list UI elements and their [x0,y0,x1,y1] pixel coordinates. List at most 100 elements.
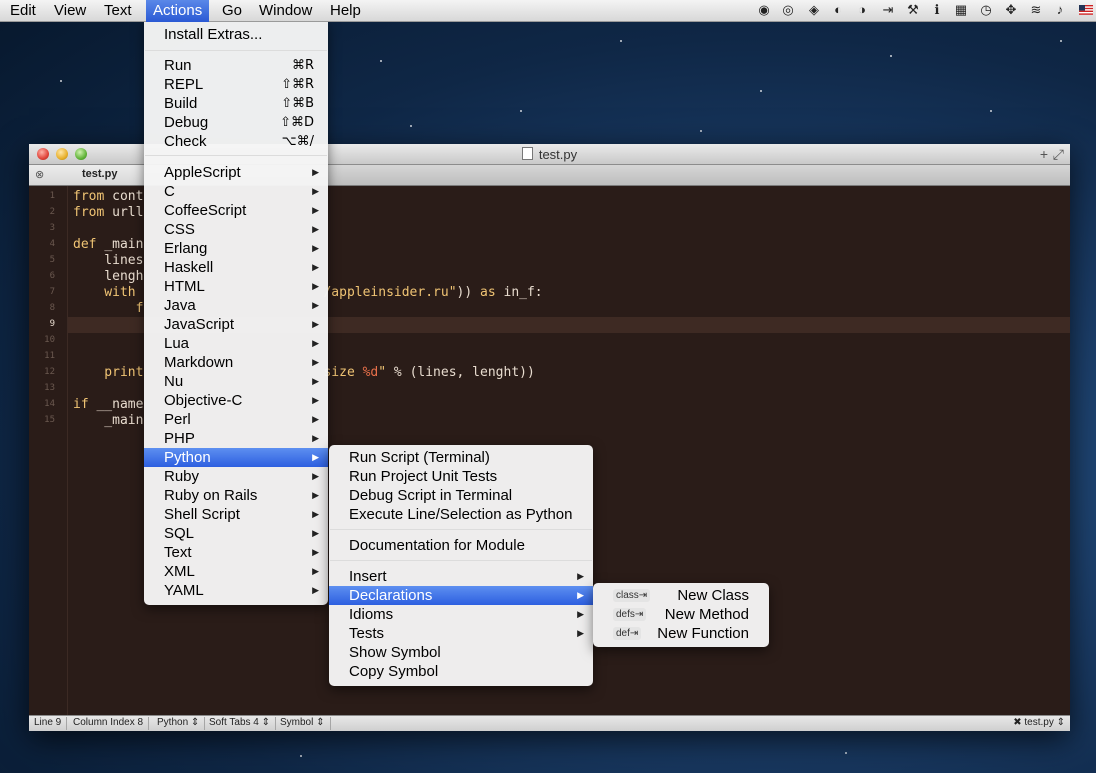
menu-item-erlang[interactable]: Erlang ▶ [144,239,328,258]
menu-item-label: Perl [164,411,191,428]
leaf-icon[interactable]: ◐ [830,2,846,17]
code-line: lines [73,253,143,268]
submenu-arrow-icon: ▶ [312,243,319,253]
menu-item-label: Debug Script in Terminal [349,487,513,504]
menu-item-shortcut: ⇧⌘R [281,77,314,92]
menu-item-css[interactable]: CSS ▶ [144,220,328,239]
menu-item-ruby-on-rails[interactable]: Ruby on Rails ▶ [144,486,328,505]
code-token: from [73,205,113,220]
menu-item-python[interactable]: Python ▶ [144,448,328,467]
menu-item-label: Lua [164,335,190,352]
menu-item-tests[interactable]: Tests ▶ [329,624,593,643]
menu-item-run-project-unit-tests[interactable]: Run Project Unit Tests [329,467,593,486]
submenu-arrow-icon: ▶ [312,262,319,272]
menu-item-debug[interactable]: Debug ⇧⌘D [144,113,328,132]
submenu-arrow-icon: ▶ [312,376,319,386]
close-tab-icon[interactable]: ⊗ [35,168,44,181]
menu-item-build[interactable]: Build ⇧⌘B [144,94,328,113]
menu-help[interactable]: Help [330,2,361,19]
submenu-arrow-icon: ▶ [312,395,319,405]
status-file[interactable]: ✖ test.py ⇕ [1008,717,1070,730]
menu-item-execute-line-selection-as-python[interactable]: Execute Line/Selection as Python [329,505,593,524]
menu-go[interactable]: Go [222,2,242,19]
submenu-arrow-icon: ▶ [577,571,584,581]
menu-item-java[interactable]: Java ▶ [144,296,328,315]
menu-item-applescript[interactable]: AppleScript ▶ [144,163,328,182]
spiral-icon[interactable]: ◉ [756,2,772,18]
menu-item-install-extras[interactable]: Install Extras... [144,25,328,44]
menu-item-label: New Class [677,587,749,604]
tab-key-icon[interactable]: ⇥ [880,2,896,18]
menu-item-label: CSS [164,221,195,238]
menu-item-perl[interactable]: Perl ▶ [144,410,328,429]
menu-item-label: Execute Line/Selection as Python [349,506,573,523]
menu-item-javascript[interactable]: JavaScript ▶ [144,315,328,334]
status-file-label: test.py [1024,717,1054,728]
menu-item-ruby[interactable]: Ruby ▶ [144,467,328,486]
menu-item-show-symbol[interactable]: Show Symbol [329,643,593,662]
menu-item-new-method[interactable]: defs⇥ New Method [593,605,769,624]
menu-item-run-script-terminal[interactable]: Run Script (Terminal) [329,448,593,467]
time-machine-icon[interactable]: ◷ [978,2,994,18]
line-number: 7 [49,287,55,297]
tab-trigger-badge: def⇥ [613,627,642,640]
line-number: 2 [49,207,55,217]
menu-item-run[interactable]: Run ⌘R [144,56,328,75]
menu-item-label: CoffeeScript [164,202,247,219]
menu-item-xml[interactable]: XML ▶ [144,562,328,581]
wifi-icon[interactable]: ≋ [1028,2,1044,18]
menu-item-c[interactable]: C ▶ [144,182,328,201]
menu-item-lua[interactable]: Lua ▶ [144,334,328,353]
menu-item-sql[interactable]: SQL ▶ [144,524,328,543]
line-number: 11 [44,351,55,361]
menu-item-idioms[interactable]: Idioms ▶ [329,605,593,624]
menu-item-php[interactable]: PHP ▶ [144,429,328,448]
menu-item-nu[interactable]: Nu ▶ [144,372,328,391]
menu-item-objective-c[interactable]: Objective-C ▶ [144,391,328,410]
move-icon[interactable]: ✥ [1003,2,1019,18]
fullscreen-icon[interactable]: ⤢ [1053,146,1064,163]
code-token: )) [456,285,481,300]
status-symbol[interactable]: Symbol ⇕ [275,717,331,730]
actions-menu: Install Extras... Run ⌘R REPL ⇧⌘R Build ⇧⌘B De… [144,21,328,605]
dropbox-icon[interactable]: ◈ [806,2,822,18]
menu-view[interactable]: View [54,2,86,19]
menu-item-declarations[interactable]: Declarations ▶ [329,586,593,605]
menu-item-insert[interactable]: Insert ▶ [329,567,593,586]
menu-item-label: Show Symbol [349,644,441,661]
volume-icon[interactable]: ♪ [1052,2,1068,17]
add-tab-icon[interactable]: + [1040,146,1048,162]
menu-item-yaml[interactable]: YAML ▶ [144,581,328,600]
menu-item-label: Run Script (Terminal) [349,449,490,466]
menu-edit[interactable]: Edit [10,2,36,19]
status-tabs[interactable]: Soft Tabs 4 ⇕ [204,717,277,730]
pickaxe-icon[interactable]: ⚒ [905,2,921,18]
menu-item-label: New Function [657,625,749,642]
menu-item-copy-symbol[interactable]: Copy Symbol [329,662,593,681]
code-line: def _main [73,237,143,252]
menu-item-shell-script[interactable]: Shell Script ▶ [144,505,328,524]
half-circle-icon[interactable]: ◑ [854,2,870,17]
menu-window[interactable]: Window [259,2,312,19]
menu-item-text[interactable]: Text ▶ [144,543,328,562]
flag-icon[interactable] [1078,2,1094,18]
menu-item-coffeescript[interactable]: CoffeeScript ▶ [144,201,328,220]
status-language[interactable]: Python ⇕ [152,717,206,730]
menu-text[interactable]: Text [104,2,132,19]
menu-item-repl[interactable]: REPL ⇧⌘R [144,75,328,94]
menu-item-label: Tests [349,625,385,642]
grid-icon[interactable]: ▦ [953,2,969,18]
menu-item-new-class[interactable]: class⇥ New Class [593,586,769,605]
menu-item-shortcut: ⌘R [291,58,314,73]
menu-item-debug-script-in-terminal[interactable]: Debug Script in Terminal [329,486,593,505]
menu-item-check[interactable]: Check ⌥⌘/ [144,132,328,151]
menu-item-html[interactable]: HTML ▶ [144,277,328,296]
menu-item-label: JavaScript [164,316,235,333]
info-icon[interactable]: ℹ [929,2,945,18]
menu-item-documentation-for-module[interactable]: Documentation for Module [329,536,593,555]
menu-item-new-function[interactable]: def⇥ New Function [593,624,769,643]
menu-actions[interactable]: Actions [146,0,210,22]
menu-item-haskell[interactable]: Haskell ▶ [144,258,328,277]
swirl-icon[interactable]: ◎ [780,2,796,18]
menu-item-markdown[interactable]: Markdown ▶ [144,353,328,372]
